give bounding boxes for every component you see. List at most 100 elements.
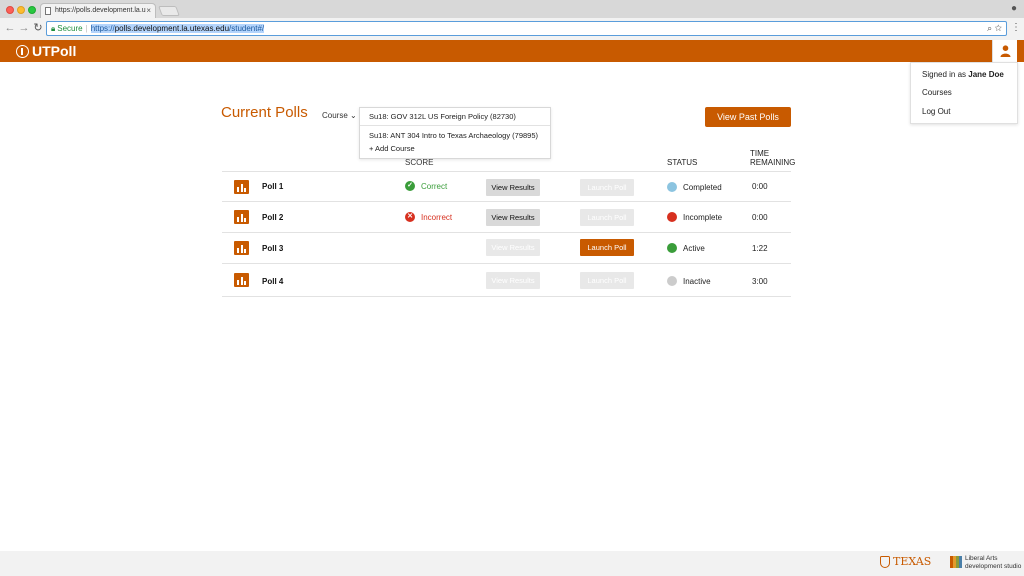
course-option[interactable]: Su18: GOV 312L US Foreign Policy (82730) (369, 112, 516, 121)
status-text: Completed (683, 182, 722, 192)
close-tab-icon[interactable]: × (146, 4, 151, 18)
poll-name: Poll 3 (262, 244, 284, 253)
launch-poll-button: Launch Poll (580, 209, 634, 226)
score-correct: ✓ Correct (405, 181, 447, 191)
secure-label: Secure (57, 24, 83, 33)
launch-poll-button: Launch Poll (580, 179, 634, 196)
check-circle-icon: ✓ (405, 181, 415, 191)
browser-toolbar: ← → ↻ 🔒︎ Secure | https://polls.development… (0, 18, 1024, 40)
texas-wordmark: TEXAS (893, 555, 932, 568)
score-incorrect: ✕ Incorrect (405, 212, 452, 222)
time-header-line1: TIME (750, 149, 770, 158)
row-divider (222, 171, 791, 172)
app-header: UTPoll (0, 40, 1024, 62)
browser-chrome: https://polls.development.la.u × ● ← → ↻… (0, 0, 1024, 40)
status-text: Active (683, 243, 705, 253)
status-incomplete: Incomplete (667, 212, 722, 222)
status-text: Inactive (683, 276, 711, 286)
time-header-line2: REMAINING (750, 158, 796, 167)
browser-tab[interactable]: https://polls.development.la.u × (40, 3, 156, 18)
user-name: Jane Doe (968, 70, 1004, 79)
menu-item-courses[interactable]: Courses (922, 88, 952, 97)
url-path: /student#/ (229, 24, 265, 33)
bar-chart-icon (234, 180, 249, 194)
time-remaining: 3:00 (752, 277, 768, 286)
maximize-window-button[interactable] (28, 6, 36, 14)
menu-item-logout[interactable]: Log Out (922, 107, 950, 116)
time-remaining: 0:00 (752, 213, 768, 222)
zoom-icon[interactable]: ⌕ (987, 23, 992, 33)
status-column-header: STATUS (667, 158, 698, 167)
liberal-arts-logo[interactable]: Liberal Arts development studio (950, 555, 1021, 571)
url-host: polls.development.la.utexas.edu (114, 24, 230, 33)
menu-divider (360, 125, 550, 126)
time-remaining: 1:22 (752, 244, 768, 253)
row-divider (222, 263, 791, 264)
signed-in-text: Signed in as Jane Doe (922, 70, 1004, 79)
bar-chart-icon (234, 210, 249, 224)
score-column-header: SCORE (405, 158, 434, 167)
tab-strip: https://polls.development.la.u × ● (0, 0, 1024, 18)
bar-chart-icon (234, 273, 249, 287)
new-tab-button[interactable] (158, 6, 180, 16)
liberal-arts-grid-icon (950, 556, 962, 568)
browser-menu-icon[interactable]: ⋮ (1011, 21, 1021, 35)
tab-title: https://polls.development.la.u (55, 7, 146, 14)
course-selector[interactable]: Course ⌄ (322, 111, 357, 120)
texas-seal-icon (880, 555, 890, 568)
back-arrow-icon[interactable]: ← (3, 21, 17, 35)
poll-name: Poll 4 (262, 277, 284, 286)
time-remaining: 0:00 (752, 182, 768, 191)
status-dot-icon (667, 276, 677, 286)
user-menu-button[interactable] (992, 40, 1017, 63)
x-circle-icon: ✕ (405, 212, 415, 222)
score-text: Correct (421, 181, 448, 191)
status-dot-icon (667, 243, 677, 253)
minimize-window-button[interactable] (17, 6, 25, 14)
user-icon (1000, 45, 1011, 57)
reload-icon[interactable]: ↻ (31, 21, 45, 35)
lock-icon: 🔒︎ (51, 24, 56, 33)
url-scheme: https:// (90, 24, 115, 33)
row-divider (222, 201, 791, 202)
view-results-button: View Results (486, 272, 540, 289)
course-dropdown-menu: Su18: GOV 312L US Foreign Policy (82730)… (359, 107, 551, 159)
texas-logo[interactable]: TEXAS (880, 555, 931, 568)
launch-poll-button: Launch Poll (580, 272, 634, 289)
status-inactive: Inactive (667, 276, 711, 286)
brand-name: UTPoll (32, 43, 77, 59)
status-dot-icon (667, 182, 677, 192)
browser-profile-icon[interactable]: ● (1008, 3, 1020, 15)
view-results-button[interactable]: View Results (486, 179, 540, 196)
close-window-button[interactable] (6, 6, 14, 14)
brand-logo[interactable]: UTPoll (16, 42, 76, 60)
la-line2: development studio (965, 562, 1022, 570)
liberal-arts-text: Liberal Arts development studio (965, 555, 1021, 570)
course-option[interactable]: Su18: ANT 304 Intro to Texas Archaeology… (369, 131, 538, 140)
omnibox-actions: ⌕ ☆ (987, 22, 1002, 35)
view-results-button[interactable]: View Results (486, 209, 540, 226)
time-remaining-column-header: TIME REMAINING (750, 149, 795, 167)
address-bar[interactable]: 🔒︎ Secure | https://polls.development.la.ut… (46, 21, 1007, 36)
launch-poll-button[interactable]: Launch Poll (580, 239, 634, 256)
row-divider (222, 232, 791, 233)
poll-name: Poll 1 (262, 182, 284, 191)
forward-arrow-icon[interactable]: → (17, 21, 31, 35)
score-text: Incorrect (421, 212, 453, 222)
ut-tower-icon (16, 44, 29, 58)
url-text[interactable]: https://polls.development.la.utexas.edu/… (90, 24, 265, 33)
page-icon (45, 7, 51, 15)
la-line1: Liberal Arts (965, 555, 998, 562)
add-course-link[interactable]: + Add Course (369, 144, 415, 153)
row-divider (222, 296, 791, 297)
status-completed: Completed (667, 182, 722, 192)
page-title: Current Polls (221, 104, 308, 121)
status-dot-icon (667, 212, 677, 222)
view-results-button: View Results (486, 239, 540, 256)
signed-in-prefix: Signed in as (922, 70, 969, 79)
chevron-down-icon: ⌄ (350, 111, 357, 120)
bookmark-star-icon[interactable]: ☆ (995, 23, 1002, 33)
view-past-polls-button[interactable]: View Past Polls (705, 107, 791, 127)
bar-chart-icon (234, 241, 249, 255)
status-text: Incomplete (683, 212, 723, 222)
